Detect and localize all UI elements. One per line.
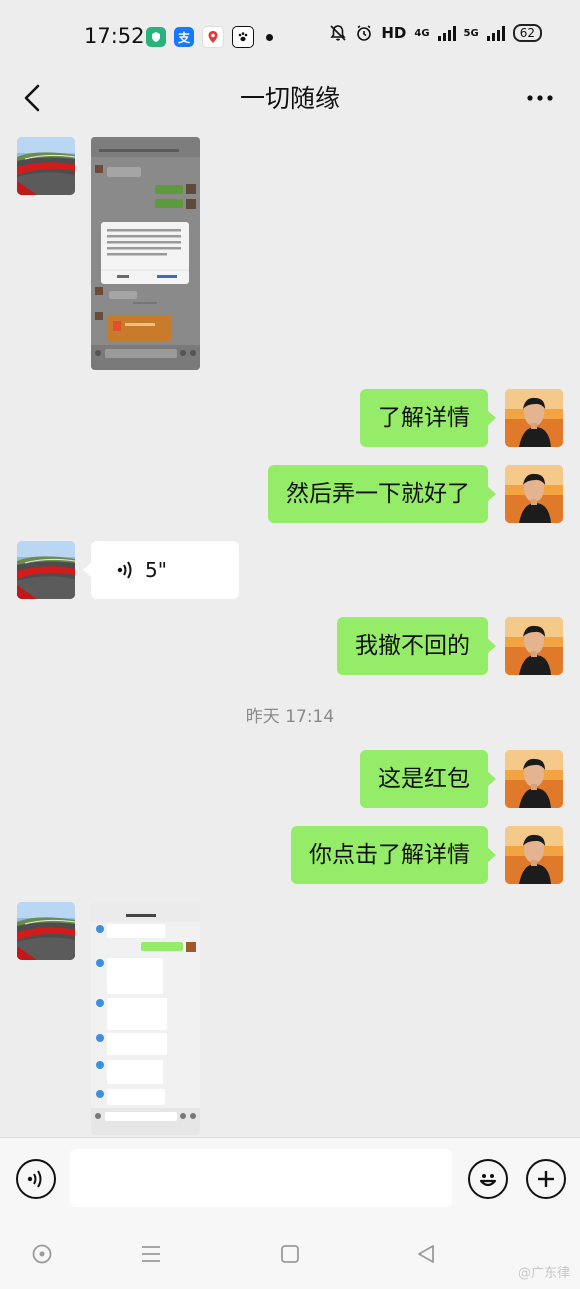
map-pin-app-icon: [202, 26, 224, 48]
network-5g-label: 5G: [463, 27, 479, 39]
my-avatar[interactable]: [505, 389, 563, 447]
message-bubble-sent[interactable]: 了解详情: [360, 389, 496, 447]
signal-4g-icon: [437, 25, 456, 41]
network-4g-label: 4G: [414, 27, 430, 39]
square-icon[interactable]: [280, 1244, 300, 1264]
contact-avatar[interactable]: [17, 902, 75, 960]
hd-label: HD: [381, 24, 407, 42]
status-time: 17:52: [84, 24, 145, 48]
chat-header: 一切随缘: [0, 70, 580, 126]
chat-title: 一切随缘: [239, 84, 340, 113]
emoji-icon: [479, 1174, 497, 1187]
emoji-button[interactable]: [468, 1159, 508, 1199]
battery-indicator: 62: [512, 24, 542, 42]
more-dots-icon: [527, 95, 553, 101]
more-button[interactable]: [526, 84, 554, 104]
chat-screenshot-image-1[interactable]: [91, 137, 200, 370]
voice-message-bubble[interactable]: 5": [83, 541, 239, 599]
message-bubble-sent[interactable]: 你点击了解详情: [291, 826, 496, 884]
message-input[interactable]: [70, 1149, 452, 1207]
signal-5g-icon: [486, 25, 505, 41]
my-avatar[interactable]: [505, 465, 563, 523]
status-app-icons: 支: [146, 26, 273, 48]
plus-button[interactable]: [526, 1159, 566, 1199]
shield-app-icon: [146, 27, 166, 47]
chat-timestamp: 昨天 17:14: [245, 707, 335, 727]
plus-icon: [538, 1171, 554, 1187]
baidu-paw-icon: [232, 26, 254, 48]
alipay-icon: 支: [174, 27, 194, 47]
contact-avatar[interactable]: [17, 541, 75, 599]
mute-bell-icon: [330, 25, 346, 41]
my-avatar[interactable]: [505, 750, 563, 808]
chat-input-bar: [0, 1137, 580, 1220]
message-bubble-sent[interactable]: 这是红包: [360, 750, 496, 808]
chat-screenshot-image-2[interactable]: [91, 902, 200, 1135]
message-bubble-sent[interactable]: 然后弄一下就好了: [268, 465, 496, 523]
voice-wave-icon: [117, 561, 132, 579]
voice-mode-icon: [27, 1170, 42, 1188]
voice-duration: 5": [145, 558, 167, 582]
status-bar: 17:52 支 HD 4G 5G 62: [0, 0, 580, 70]
back-triangle-icon[interactable]: [415, 1243, 437, 1265]
voice-mode-button[interactable]: [16, 1159, 56, 1199]
message-bubble-sent[interactable]: 我撤不回的: [337, 617, 496, 675]
contact-avatar[interactable]: [17, 137, 75, 195]
dot-icon: [266, 33, 273, 41]
home-circle-icon[interactable]: [31, 1243, 53, 1265]
my-avatar[interactable]: [505, 617, 563, 675]
watermark: @广东律: [517, 1266, 570, 1281]
alarm-icon: [357, 25, 372, 41]
menu-icon[interactable]: [140, 1244, 162, 1264]
my-avatar[interactable]: [505, 826, 563, 884]
status-right: HD 4G 5G 62: [329, 24, 542, 42]
system-nav-bar: [0, 1219, 580, 1289]
